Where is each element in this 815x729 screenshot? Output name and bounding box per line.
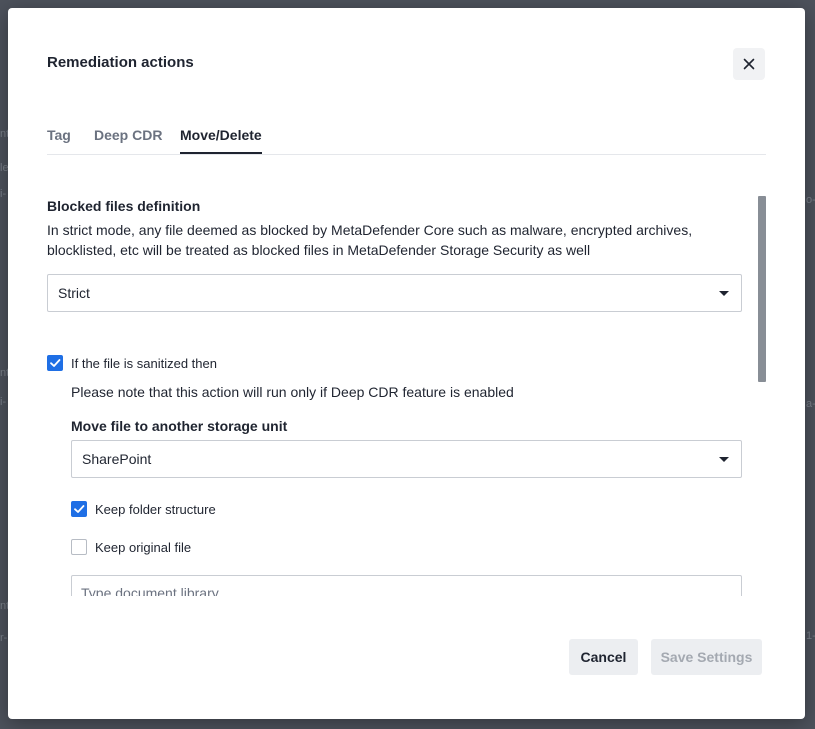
background-text-fragment: 1- bbox=[806, 630, 815, 642]
blocked-files-select[interactable]: Strict bbox=[47, 274, 742, 312]
background-text-fragment: i- bbox=[0, 396, 7, 408]
blocked-files-selected-value: Strict bbox=[58, 285, 90, 301]
scrollbar-thumb[interactable] bbox=[758, 196, 766, 382]
chevron-down-icon bbox=[719, 291, 729, 296]
checkmark-icon bbox=[50, 359, 61, 367]
settings-scroll-area[interactable]: Blocked files definition In strict mode,… bbox=[47, 194, 771, 596]
tab-deep-cdr[interactable]: Deep CDR bbox=[94, 127, 162, 153]
move-file-heading: Move file to another storage unit bbox=[71, 418, 288, 434]
background-text-fragment: a- bbox=[806, 398, 815, 410]
tab-tag[interactable]: Tag bbox=[47, 127, 71, 153]
chevron-down-icon bbox=[719, 457, 729, 462]
background-text-fragment: i- bbox=[0, 188, 7, 200]
blocked-files-description: In strict mode, any file deemed as block… bbox=[47, 222, 693, 258]
keep-folder-structure-checkbox[interactable] bbox=[71, 501, 87, 517]
close-icon bbox=[743, 58, 755, 70]
tab-move-delete[interactable]: Move/Delete bbox=[180, 127, 262, 154]
keep-folder-structure-label: Keep folder structure bbox=[95, 502, 216, 517]
deep-cdr-note: Please note that this action will run on… bbox=[71, 384, 514, 400]
keep-original-file-label: Keep original file bbox=[95, 540, 192, 555]
background-text-fragment: o- bbox=[806, 194, 815, 206]
storage-unit-select[interactable]: SharePoint bbox=[71, 440, 742, 478]
cancel-button[interactable]: Cancel bbox=[569, 639, 638, 675]
background-text-fragment: r- bbox=[0, 632, 8, 644]
checkmark-icon bbox=[74, 505, 85, 513]
remediation-actions-dialog: Remediation actions Tag Deep CDR Move/De… bbox=[8, 8, 805, 719]
sanitized-checkbox[interactable] bbox=[47, 355, 63, 371]
document-library-input[interactable] bbox=[71, 575, 742, 596]
close-button[interactable] bbox=[733, 48, 765, 80]
tab-bar: Tag Deep CDR Move/Delete bbox=[47, 120, 766, 155]
save-settings-button[interactable]: Save Settings bbox=[651, 639, 762, 675]
keep-original-file-checkbox[interactable] bbox=[71, 539, 87, 555]
dialog-title: Remediation actions bbox=[47, 54, 194, 71]
storage-unit-selected-value: SharePoint bbox=[82, 451, 152, 467]
sanitized-checkbox-label: If the file is sanitized then bbox=[71, 356, 217, 371]
blocked-files-heading: Blocked files definition bbox=[47, 198, 201, 214]
